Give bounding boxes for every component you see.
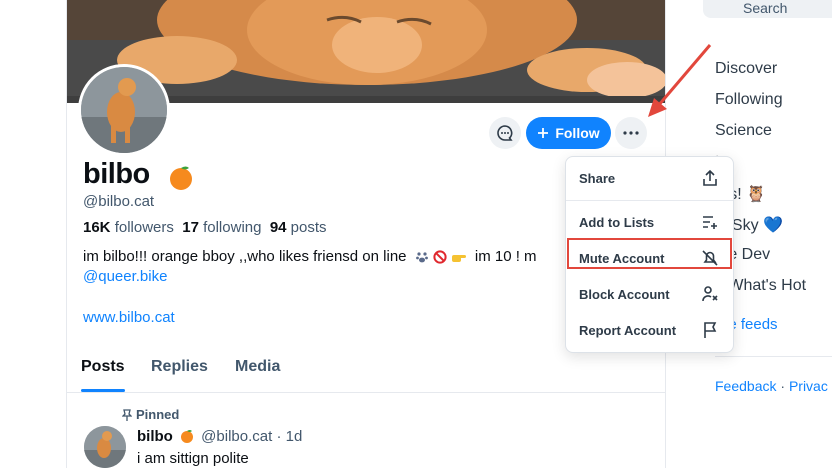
bio-mention-link[interactable]: @queer.bike: [83, 268, 167, 285]
tangerine-icon: [181, 430, 193, 443]
footer-links: Feedback · Privac: [715, 378, 828, 394]
menu-item-label: Add to Lists: [579, 214, 655, 230]
menu-item-block-account[interactable]: Block Account: [566, 277, 733, 311]
share-icon: [700, 168, 720, 188]
tabs-divider: [67, 392, 665, 393]
menu-item-share[interactable]: Share: [566, 161, 733, 195]
followers-stat[interactable]: 16K followers: [83, 219, 174, 236]
bio-text: im bilbo!!! orange bboy ,,who likes frie…: [83, 248, 407, 265]
website-link[interactable]: www.bilbo.cat: [83, 309, 175, 326]
post-text: i am sittign polite: [137, 450, 249, 467]
cat-avatar-image: [84, 426, 126, 468]
post-header: bilbo @bilbo.cat · 1d: [137, 428, 302, 445]
cat-avatar-image: [81, 67, 167, 153]
paw-icon: [415, 252, 428, 263]
following-stat[interactable]: 17 following: [182, 219, 261, 236]
search-placeholder: Search: [743, 0, 788, 16]
post-separator-dot: ·: [276, 428, 282, 445]
more-options-button[interactable]: [615, 117, 647, 149]
post-author-handle[interactable]: @bilbo.cat: [201, 428, 272, 445]
post-author-avatar[interactable]: [84, 426, 126, 468]
tab-media[interactable]: Media: [235, 358, 280, 376]
menu-item-add-to-lists[interactable]: Add to Lists: [566, 205, 733, 239]
bio-text-tail: im 10 ! m: [474, 248, 537, 265]
profile-tabs: Posts Replies Media: [67, 348, 665, 392]
menu-item-label: Report Account: [579, 322, 677, 338]
feedback-link[interactable]: Feedback: [715, 378, 776, 394]
menu-item-label: Block Account: [579, 286, 670, 302]
tangerine-icon: [168, 164, 194, 195]
chat-bubble-icon: [497, 125, 513, 141]
feed-item-following[interactable]: Following: [715, 91, 783, 109]
pointing-hand-icon: [451, 255, 466, 263]
follow-label: Follow: [555, 125, 600, 141]
left-gutter: [0, 0, 66, 468]
feed-item-discover[interactable]: Discover: [715, 60, 777, 78]
flag-icon: [700, 320, 720, 340]
ellipsis-icon: [623, 131, 639, 135]
list-add-icon: [700, 212, 720, 232]
pinned-indicator: Pinned: [122, 407, 179, 422]
menu-divider: [566, 200, 733, 201]
plus-icon: [538, 128, 549, 138]
mute-account-highlight: [567, 238, 732, 269]
tab-replies[interactable]: Replies: [151, 358, 208, 376]
profile-page: Follow bilbo @bilbo.cat 16K followers 17…: [0, 0, 832, 468]
pin-icon: [122, 408, 132, 421]
bio-emoji-group: [415, 250, 467, 264]
post-timestamp[interactable]: 1d: [286, 428, 303, 445]
profile-bio: im bilbo!!! orange bboy ,,who likes frie…: [83, 248, 537, 265]
footer-separator: ·: [780, 378, 789, 394]
sidebar-divider: [715, 356, 832, 357]
posts-stat: 94 posts: [269, 219, 327, 236]
post-author-name[interactable]: bilbo: [137, 428, 173, 445]
follow-button[interactable]: Follow: [526, 117, 611, 149]
menu-item-report-account[interactable]: Report Account: [566, 313, 733, 347]
search-input[interactable]: Search: [703, 0, 832, 18]
privacy-link[interactable]: Privac: [789, 378, 828, 394]
block-person-icon: [700, 284, 720, 304]
profile-handle: @bilbo.cat: [83, 193, 155, 210]
message-button[interactable]: [489, 117, 521, 149]
menu-item-label: Share: [579, 170, 616, 186]
pinned-label: Pinned: [136, 407, 180, 422]
profile-stats: 16K followers 17 following 94 posts: [83, 219, 327, 236]
display-name: bilbo: [83, 158, 150, 190]
feed-item-science[interactable]: Science: [715, 122, 772, 140]
tab-posts[interactable]: Posts: [81, 358, 125, 376]
profile-avatar[interactable]: [78, 64, 170, 156]
prohibited-icon: [433, 250, 447, 264]
